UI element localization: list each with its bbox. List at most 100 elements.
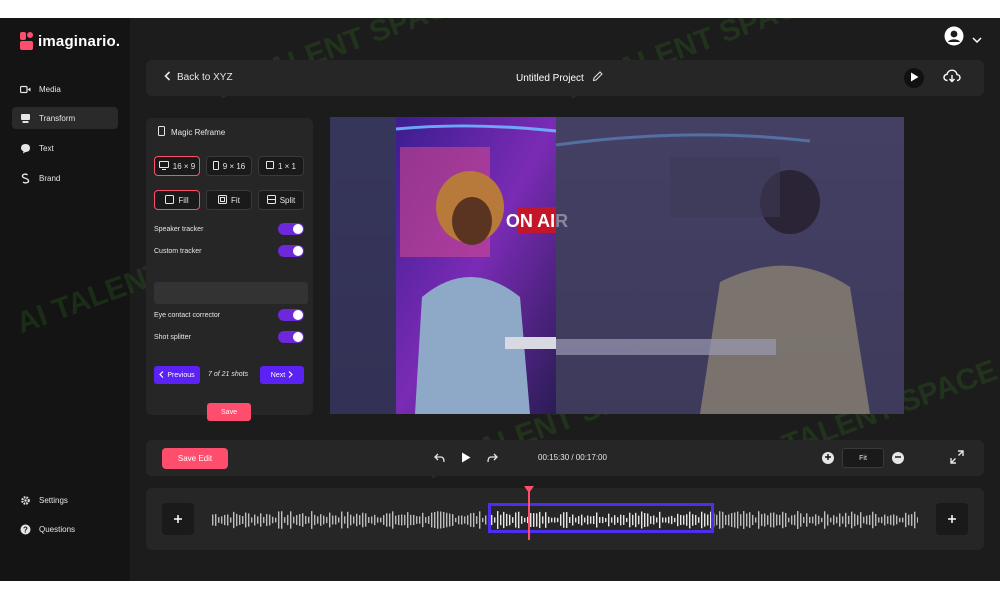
plus-icon — [947, 511, 957, 527]
back-button[interactable]: Back to XYZ — [164, 71, 233, 84]
playhead-marker-icon[interactable] — [524, 486, 534, 493]
waveform-bar — [854, 513, 856, 527]
waveform-bar — [428, 516, 430, 524]
play-icon[interactable] — [461, 450, 471, 468]
sidebar-item-media[interactable]: Media — [12, 78, 118, 100]
chevron-left-icon — [159, 370, 164, 380]
waveform-bar — [836, 516, 838, 524]
waveform-bar — [236, 513, 238, 527]
mode-fill-button[interactable]: Fill — [154, 190, 200, 210]
zoom-in-button[interactable] — [822, 452, 834, 464]
waveform-bar — [395, 515, 397, 525]
waveform-bar — [227, 514, 229, 526]
topbar: Back to XYZ Untitled Project — [146, 60, 984, 96]
previous-shot-button[interactable]: Previous — [154, 366, 200, 384]
sidebar-item-questions[interactable]: ? Questions — [12, 518, 118, 540]
fit-icon — [218, 194, 228, 206]
waveform-bar — [719, 511, 721, 529]
undo-icon[interactable] — [434, 450, 445, 468]
waveform-bar — [464, 516, 466, 524]
logo[interactable]: imaginario. — [20, 32, 120, 50]
waveform-bar — [470, 513, 472, 527]
video-preview[interactable]: ON AIR — [330, 117, 904, 414]
waveform-bar — [773, 512, 775, 528]
aspect-1x1-button[interactable]: 1 × 1 — [258, 156, 304, 176]
waveform-bar — [422, 512, 424, 528]
waveform-bar — [374, 514, 376, 526]
mode-split-button[interactable]: Split — [258, 190, 304, 210]
mode-fit-button[interactable]: Fit — [206, 190, 252, 210]
text-icon — [20, 143, 31, 154]
app-window: imaginario. Media Transform Text Brand S… — [0, 18, 1000, 581]
waveform-bar — [338, 517, 340, 523]
user-menu[interactable] — [944, 26, 982, 51]
waveform-bar — [320, 514, 322, 526]
zoom-out-button[interactable] — [892, 452, 904, 464]
next-label: Next — [270, 371, 286, 379]
next-shot-button[interactable]: Next — [260, 366, 304, 384]
aspect-16x9-button[interactable]: 16 × 9 — [154, 156, 200, 176]
waveform-bar — [329, 512, 331, 528]
waveform-bar — [827, 514, 829, 526]
waveform-bar — [914, 511, 916, 529]
shot-splitter-toggle[interactable] — [278, 331, 304, 343]
waveform-bar — [314, 514, 316, 526]
waveform-bar — [290, 511, 292, 529]
zoom-fit-button[interactable]: Fit — [842, 448, 884, 468]
custom-tracker-toggle[interactable] — [278, 245, 304, 257]
timeline-track[interactable] — [146, 486, 984, 550]
waveform-bar — [794, 514, 796, 526]
waveform-bar — [251, 517, 253, 523]
waveform-bar — [899, 517, 901, 523]
save-button[interactable]: Save — [207, 403, 251, 421]
sidebar-item-label: Text — [39, 143, 54, 153]
playhead[interactable] — [528, 488, 530, 540]
waveform-bar — [797, 511, 799, 529]
redo-icon[interactable] — [487, 450, 498, 468]
aspect-9x16-button[interactable]: 9 × 16 — [206, 156, 252, 176]
sidebar-item-transform[interactable]: Transform — [12, 107, 118, 129]
waveform-bar — [863, 516, 865, 524]
waveform-bar — [386, 513, 388, 527]
waveform-bar — [893, 514, 895, 526]
waveform-bar — [749, 512, 751, 528]
waveform-bar — [299, 514, 301, 526]
waveform-bar — [368, 517, 370, 523]
toggle-label: Custom tracker — [154, 247, 202, 255]
waveform-bar — [410, 514, 412, 526]
waveform-bar — [785, 512, 787, 528]
expand-icon — [950, 450, 964, 468]
eye-contact-toggle[interactable] — [278, 309, 304, 321]
waveform-bar — [233, 511, 235, 529]
speaker-tracker-toggle[interactable] — [278, 223, 304, 235]
play-preview-button[interactable] — [904, 68, 924, 88]
download-button[interactable] — [942, 68, 962, 88]
waveform-bar — [401, 514, 403, 526]
brand-name: imaginario. — [38, 32, 121, 50]
waveform-bar — [317, 516, 319, 524]
waveform-bar — [239, 515, 241, 525]
minus-icon — [894, 453, 902, 464]
selected-range[interactable] — [488, 503, 714, 533]
waveform-bar — [815, 514, 817, 526]
toggle-label: Shot splitter — [154, 333, 191, 341]
waveform-bar — [350, 514, 352, 526]
waveform-bar — [302, 513, 304, 527]
save-edit-button[interactable]: Save Edit — [162, 448, 228, 469]
sidebar-item-text[interactable]: Text — [12, 137, 118, 159]
waveform-bar — [440, 511, 442, 529]
chevron-down-icon — [972, 30, 982, 48]
waveform-bar — [839, 513, 841, 527]
sidebar-item-settings[interactable]: Settings — [12, 489, 118, 511]
add-clip-after-button[interactable] — [936, 503, 968, 535]
sidebar-item-brand[interactable]: Brand — [12, 167, 118, 189]
chevron-left-icon — [164, 71, 171, 84]
fullscreen-button[interactable] — [950, 450, 964, 469]
waveform-bar — [434, 511, 436, 529]
add-clip-before-button[interactable] — [162, 503, 194, 535]
waveform-bar — [731, 513, 733, 527]
project-title-editor[interactable]: Untitled Project — [516, 71, 603, 85]
waveform-bar — [344, 516, 346, 524]
custom-tracker-input[interactable] — [154, 282, 308, 304]
magic-reframe-panel: Magic Reframe 16 × 9 9 × 16 1 × 1 Fill F… — [146, 118, 313, 421]
